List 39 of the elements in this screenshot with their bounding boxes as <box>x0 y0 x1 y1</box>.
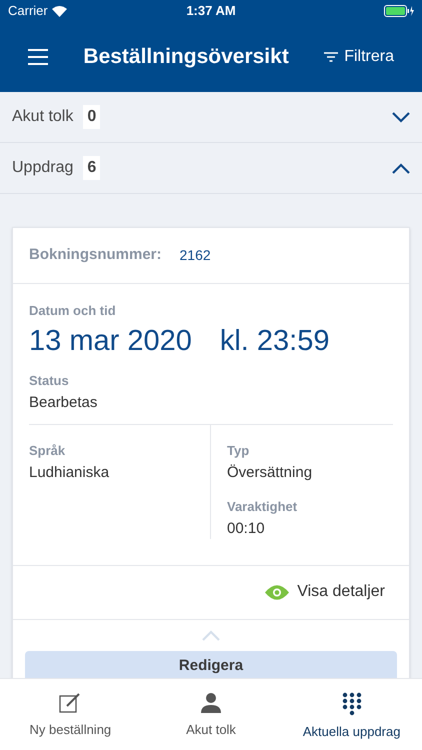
dot-grid-icon <box>340 692 363 716</box>
booking-number: 2162 <box>180 246 211 265</box>
section-header[interactable]: Uppdrag 6 <box>0 143 422 194</box>
chevron-down-icon <box>392 112 410 122</box>
time-value: kl. 23:59 <box>220 324 330 358</box>
tab-bar-item[interactable]: Aktuella uppdrag <box>281 679 422 750</box>
menu-button[interactable] <box>28 49 48 65</box>
field-value: Ludhianiska <box>29 463 110 484</box>
date-value: 13 mar 2020 <box>29 324 192 358</box>
field-value: Översättning <box>227 463 314 484</box>
page-title: Beställningsöversikt <box>82 44 290 70</box>
count-badge: 6 <box>83 156 100 180</box>
section-label: Akut tolk <box>12 107 74 127</box>
chevron-up-icon <box>392 162 410 174</box>
tab-bar-item[interactable]: Ny beställning <box>0 679 141 750</box>
eye-icon <box>265 584 290 600</box>
field-label: Typ <box>227 442 250 460</box>
section-header[interactable]: Akut tolk 0 <box>0 92 422 143</box>
status-value: Bearbetas <box>29 393 98 414</box>
date-label: Datum och tid <box>29 302 117 320</box>
edit-button[interactable]: Redigera <box>25 650 397 678</box>
chevron-up-icon <box>202 630 220 641</box>
tab-bar-item[interactable]: Akut tolk <box>140 679 282 750</box>
compose-icon <box>59 692 82 714</box>
filter-button[interactable]: Filtrera <box>324 45 394 69</box>
filter-icon <box>324 52 338 62</box>
carrier-label: Carrier <box>8 2 48 20</box>
field-label: Varaktighet <box>227 498 298 516</box>
status-label: Status <box>29 372 70 390</box>
clock-time: 1:37 AM <box>186 2 236 20</box>
count-badge: 0 <box>83 105 100 129</box>
wifi-icon <box>52 6 67 16</box>
section-label: Uppdrag <box>12 158 74 178</box>
field-value: 00:10 <box>227 519 266 540</box>
details-link[interactable]: Visa detaljer <box>265 580 385 604</box>
battery-icon <box>384 5 414 17</box>
person-icon <box>200 692 222 714</box>
booking-label: Bokningsnummer: <box>29 245 162 266</box>
field-label: Språk <box>29 442 66 460</box>
